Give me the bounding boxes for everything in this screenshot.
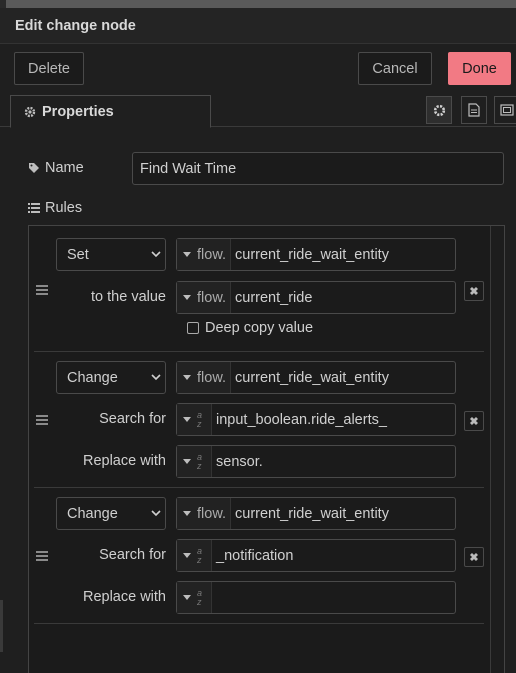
list-icon xyxy=(28,203,40,213)
search-for-label: Search for xyxy=(99,411,166,427)
window-top-strip xyxy=(0,0,516,8)
caret-down-icon xyxy=(183,459,191,464)
rule-divider xyxy=(34,623,484,624)
replace-with-input[interactable]: az xyxy=(176,581,456,614)
string-type-icon: az xyxy=(197,451,203,471)
layout-icon xyxy=(500,104,514,116)
rule-target-input[interactable]: flow. current_ride_wait_entity xyxy=(176,238,456,271)
type-select[interactable]: flow. xyxy=(177,362,232,393)
caret-down-icon xyxy=(183,417,191,422)
dialog-title: Edit change node xyxy=(15,18,136,34)
tab-properties-label: Properties xyxy=(42,103,114,120)
search-for-input[interactable]: az input_boolean.ride_alerts_ xyxy=(176,403,456,436)
drag-handle-icon[interactable] xyxy=(36,285,48,297)
chevron-down-icon xyxy=(151,251,161,258)
close-icon: ✖ xyxy=(469,285,479,298)
replace-with-label: Replace with xyxy=(82,453,166,469)
type-select[interactable]: az xyxy=(177,540,212,571)
drag-handle-icon[interactable] xyxy=(36,415,48,427)
caret-down-icon xyxy=(183,553,191,558)
close-icon: ✖ xyxy=(469,551,479,564)
rule-divider xyxy=(34,351,484,352)
deep-copy-label: Deep copy value xyxy=(205,320,314,336)
rule-action-select[interactable]: Change xyxy=(56,497,166,530)
type-select[interactable]: flow. xyxy=(177,498,232,529)
delete-button[interactable]: Delete xyxy=(14,52,84,85)
caret-down-icon xyxy=(183,375,191,380)
rules-label: Rules xyxy=(28,200,82,216)
string-type-icon: az xyxy=(197,587,203,607)
remove-rule-button[interactable]: ✖ xyxy=(464,281,484,301)
type-select[interactable]: az xyxy=(177,404,212,435)
rule-action-select[interactable]: Set xyxy=(56,238,166,271)
string-type-icon: az xyxy=(197,409,203,429)
name-label: Name xyxy=(28,160,84,176)
resize-handle[interactable] xyxy=(0,600,3,652)
rules-scrollbar[interactable] xyxy=(490,226,504,673)
rule-target-input[interactable]: flow. current_ride_wait_entity xyxy=(176,361,456,394)
tab-description[interactable] xyxy=(461,96,487,124)
remove-rule-button[interactable]: ✖ xyxy=(464,411,484,431)
tab-properties[interactable]: Properties xyxy=(10,95,211,128)
name-input[interactable]: Find Wait Time xyxy=(132,152,504,185)
rule-action-select[interactable]: Change xyxy=(56,361,166,394)
gear-icon xyxy=(433,104,445,116)
replace-with-label: Replace with xyxy=(82,589,166,605)
caret-down-icon xyxy=(183,252,191,257)
rule-value-input[interactable]: flow. current_ride xyxy=(176,281,456,314)
caret-down-icon xyxy=(183,595,191,600)
cancel-button[interactable]: Cancel xyxy=(358,52,432,85)
caret-down-icon xyxy=(183,295,191,300)
type-select[interactable]: flow. xyxy=(177,239,232,270)
dialog-titlebar: Edit change node xyxy=(0,8,516,44)
remove-rule-button[interactable]: ✖ xyxy=(464,547,484,567)
value-label: to the value xyxy=(91,289,166,305)
type-select[interactable]: az xyxy=(177,446,212,477)
tag-icon xyxy=(29,163,39,173)
document-icon xyxy=(468,103,480,117)
rule-divider xyxy=(34,487,484,488)
chevron-down-icon xyxy=(151,374,161,381)
deep-copy-checkbox[interactable] xyxy=(187,322,199,334)
type-select[interactable]: az xyxy=(177,582,212,613)
replace-with-input[interactable]: az sensor. xyxy=(176,445,456,478)
string-type-icon: az xyxy=(197,545,203,565)
caret-down-icon xyxy=(183,511,191,516)
tab-settings[interactable] xyxy=(426,96,452,124)
tab-appearance[interactable] xyxy=(494,96,516,124)
chevron-down-icon xyxy=(151,510,161,517)
drag-handle-icon[interactable] xyxy=(36,551,48,563)
gear-icon xyxy=(24,106,36,117)
close-icon: ✖ xyxy=(469,415,479,428)
search-for-label: Search for xyxy=(99,547,166,563)
rule-target-input[interactable]: flow. current_ride_wait_entity xyxy=(176,497,456,530)
done-button[interactable]: Done xyxy=(448,52,511,85)
tab-row: Properties xyxy=(0,94,516,128)
type-select[interactable]: flow. xyxy=(177,282,232,313)
search-for-input[interactable]: az _notification xyxy=(176,539,456,572)
dialog-toolbar: Delete Cancel Done xyxy=(0,44,516,94)
